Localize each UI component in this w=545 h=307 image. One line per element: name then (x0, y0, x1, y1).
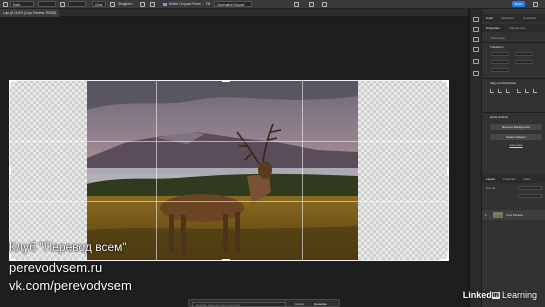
fill-field[interactable] (518, 194, 542, 198)
brand-learning: Learning (501, 290, 537, 300)
brand-linked: Linked (462, 290, 492, 300)
panel-icon-strip (469, 9, 481, 307)
eye-icon[interactable]: ● (485, 213, 487, 217)
x-field[interactable] (491, 60, 509, 64)
crop-grid-line (156, 81, 157, 260)
align-left-icon[interactable] (490, 89, 494, 93)
crop-tool-icon[interactable] (3, 2, 8, 7)
y-field[interactable] (515, 60, 533, 64)
settings-gear-icon[interactable] (150, 2, 155, 7)
divider (482, 78, 545, 79)
brand-in: in (491, 292, 500, 299)
blend-mode-select[interactable]: Normal (486, 186, 495, 190)
play-icon[interactable] (473, 27, 479, 32)
fill-label: Fill (206, 2, 211, 6)
opacity-field[interactable] (518, 186, 542, 190)
divider (482, 112, 545, 113)
document-tab-bar: Lujo @ 15.6% (Crop Preview, RGB/8) (0, 9, 468, 17)
select-subject-button[interactable]: Select Subject (490, 134, 542, 140)
align-heading[interactable]: Align and Distribute (490, 81, 516, 85)
tab-gradients[interactable]: Gradients (523, 14, 536, 22)
layer-row[interactable]: ● Crop Preview (482, 210, 545, 220)
tab-color[interactable]: Color (486, 14, 493, 22)
height-field[interactable] (515, 52, 533, 56)
quick-actions-heading[interactable]: Quick Actions (490, 115, 508, 119)
tab-channels[interactable]: Channels (503, 175, 516, 183)
layers-panel-tabs: Layers Channels Paths (482, 175, 545, 183)
layers-panel-icon[interactable] (473, 17, 479, 22)
ratio-height-field[interactable] (68, 1, 86, 7)
commit-crop-icon[interactable] (322, 2, 327, 7)
swap-icon[interactable] (60, 2, 65, 7)
right-panel: Color Swatches Gradients Properties Adju… (481, 9, 545, 307)
angle-field[interactable] (491, 68, 509, 72)
clear-button[interactable]: Clear (92, 1, 106, 7)
crop-handle-top-right[interactable] (447, 80, 449, 87)
crop-handle-bottom-right[interactable] (447, 254, 449, 261)
align-middle-icon[interactable] (525, 89, 529, 93)
crop-handle-bottom[interactable] (222, 259, 230, 261)
crop-grid-line (10, 201, 448, 202)
align-top-icon[interactable] (517, 89, 521, 93)
tab-adjustments[interactable]: Adjustments (509, 24, 526, 32)
grid-overlay-icon[interactable] (140, 2, 145, 7)
paragraph-icon[interactable] (473, 47, 479, 52)
generate-prompt-input[interactable]: Describe what you want to generate (192, 301, 286, 307)
ratio-width-field[interactable] (38, 1, 56, 7)
straighten-label: Straighten (118, 2, 133, 6)
crop-handle-top-left[interactable] (9, 80, 11, 87)
tab-swatches[interactable]: Swatches (501, 14, 514, 22)
divider (482, 42, 545, 43)
delete-cropped-pixels-label: Delete Cropped Pixels (169, 2, 201, 6)
linkedin-learning-logo: Linkedin Learning (463, 290, 537, 300)
color-icon[interactable] (473, 59, 479, 64)
crop-box[interactable] (9, 80, 449, 261)
delete-cropped-pixels-checkbox[interactable] (163, 2, 167, 6)
remove-background-button[interactable]: Remove Background (490, 124, 542, 130)
adjust-icon[interactable] (473, 37, 479, 42)
options-bar: Ratio Clear Straighten Delete Cropped Pi… (0, 0, 545, 9)
width-field[interactable] (491, 52, 509, 56)
tab-layers[interactable]: Layers (486, 175, 495, 183)
document-tab[interactable]: Lujo @ 15.6% (Crop Preview, RGB/8) (0, 9, 60, 17)
watermark-vk: vk.com/perevodvsem (9, 278, 132, 293)
view-more-link[interactable]: View more (490, 143, 542, 147)
align-center-icon[interactable] (498, 89, 502, 93)
cancel-button[interactable]: Cancel (295, 302, 304, 307)
crop-handle-right[interactable] (447, 167, 449, 175)
watermark-club: Клуб "Перевод всем" (9, 240, 127, 254)
straighten-icon[interactable] (110, 2, 115, 7)
info-icon[interactable] (473, 71, 479, 76)
watermark-site: perevodvsem.ru (9, 260, 103, 275)
crop-grid-line (302, 81, 303, 260)
layer-thumbnail (493, 212, 503, 218)
properties-panel-tabs: Properties Adjustments (482, 24, 545, 32)
color-panel-tabs: Color Swatches Gradients (482, 14, 545, 22)
share-button[interactable]: Share (512, 1, 525, 7)
search-icon[interactable] (533, 2, 538, 7)
generate-button[interactable]: Generate (314, 302, 327, 307)
undo-icon[interactable] (294, 2, 299, 7)
crop-grid-line (10, 141, 448, 142)
tab-paths[interactable]: Paths (523, 175, 531, 183)
tab-properties[interactable]: Properties (486, 24, 500, 32)
crop-handle-left[interactable] (9, 167, 11, 175)
pixel-layer-label: Pixel Layer (491, 36, 505, 40)
align-right-icon[interactable] (506, 89, 510, 93)
fill-select[interactable]: Generative Expand (214, 1, 252, 7)
layer-name[interactable]: Crop Preview (506, 213, 523, 217)
cancel-crop-icon[interactable] (309, 2, 314, 7)
contextual-task-bar: Describe what you want to generate Cance… (188, 299, 340, 307)
transform-heading[interactable]: Transform (490, 45, 504, 49)
align-bottom-icon[interactable] (533, 89, 537, 93)
ratio-select[interactable]: Ratio (10, 1, 34, 7)
crop-handle-top[interactable] (222, 80, 230, 82)
